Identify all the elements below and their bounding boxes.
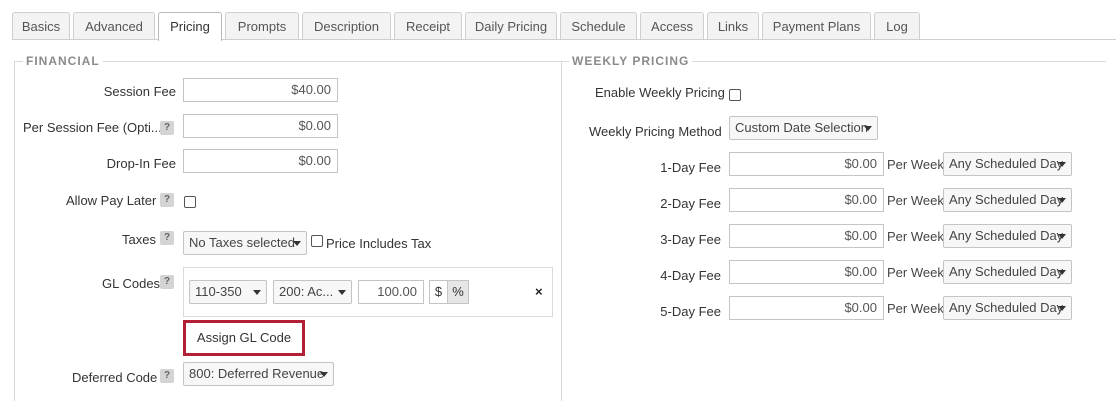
weekly-pricing-method-select[interactable]: Custom Date Selection [729,116,878,140]
price-includes-tax-checkbox[interactable] [311,235,323,247]
session-fee-input[interactable]: $40.00 [183,78,338,102]
per-week-label: Per Week [887,229,944,244]
fee-4-day-label: 4-Day Fee [660,268,721,283]
fee-4-day-day-value: Any Scheduled Day [949,264,1064,279]
per-session-fee-help-icon[interactable]: ? [160,121,174,135]
per-week-label: Per Week [887,193,944,208]
gl-codes-help-icon[interactable]: ? [160,275,174,289]
fee-2-day-label: 2-Day Fee [660,196,721,211]
weekly-pricing-method-label: Weekly Pricing Method [589,124,722,139]
fee-1-day-day-value: Any Scheduled Day [949,156,1064,171]
drop-in-fee-input[interactable]: $0.00 [183,149,338,173]
taxes-select[interactable]: No Taxes selected [183,231,307,255]
fee-5-day-input[interactable]: $0.00 [729,296,884,320]
fee-5-day-day-value: Any Scheduled Day [949,300,1064,315]
per-week-label: Per Week [887,157,944,172]
fee-3-day-day-value: Any Scheduled Day [949,228,1064,243]
tab-schedule[interactable]: Schedule [560,12,637,39]
per-week-label: Per Week [887,301,944,316]
fee-3-day-input[interactable]: $0.00 [729,224,884,248]
chevron-down-icon [1058,162,1066,167]
gl-amount-input[interactable]: 100.00 [358,280,424,304]
deferred-code-label: Deferred Code [72,370,158,385]
tab-description[interactable]: Description [302,12,391,39]
enable-weekly-pricing-label: Enable Weekly Pricing [595,85,725,100]
fee-2-day-input[interactable]: $0.00 [729,188,884,212]
deferred-code-select-value: 800: Deferred Revenue [189,366,325,381]
session-fee-label: Session Fee [103,84,176,99]
fee-2-day-day-value: Any Scheduled Day [949,192,1064,207]
enable-weekly-pricing-checkbox[interactable] [729,89,741,101]
taxes-select-value: No Taxes selected [189,235,295,250]
fee-1-day-day-select[interactable]: Any Scheduled Day [943,152,1072,176]
tab-links[interactable]: Links [707,12,759,39]
gl-percent-toggle[interactable]: % [447,280,469,304]
gl-account-select[interactable]: 200: Ac... [273,280,352,304]
allow-pay-later-checkbox[interactable] [184,196,196,208]
per-session-fee-label: Per Session Fee (Opti... [23,120,162,135]
allow-pay-later-help-icon[interactable]: ? [160,193,174,207]
deferred-code-select[interactable]: 800: Deferred Revenue [183,362,334,386]
per-week-label: Per Week [887,265,944,280]
tab-basics[interactable]: Basics [12,12,70,39]
gl-code-select-value: 110-350 [195,284,242,299]
tab-bar: Basics Advanced Pricing Prompts Descript… [0,0,1116,41]
chevron-down-icon [864,126,872,131]
chevron-down-icon [253,290,261,295]
tab-log[interactable]: Log [874,12,920,39]
chevron-down-icon [1058,198,1066,203]
fee-4-day-input[interactable]: $0.00 [729,260,884,284]
chevron-down-icon [320,372,328,377]
gl-codes-label: GL Codes [102,276,161,291]
tab-pricing[interactable]: Pricing [158,12,222,41]
gl-account-select-value: 200: Ac... [279,284,334,299]
tab-receipt[interactable]: Receipt [394,12,462,39]
gl-code-row: 110-350 200: Ac... 100.00 $ % × [183,267,553,317]
fee-4-day-day-select[interactable]: Any Scheduled Day [943,260,1072,284]
assign-gl-code-button[interactable]: Assign GL Code [183,320,305,356]
deferred-code-help-icon[interactable]: ? [160,369,174,383]
gl-dollar-toggle[interactable]: $ [429,280,448,304]
fee-1-day-label: 1-Day Fee [660,160,721,175]
price-includes-tax-label: Price Includes Tax [326,236,432,251]
tab-prompts[interactable]: Prompts [225,12,299,39]
fee-5-day-label: 5-Day Fee [660,304,721,319]
chevron-down-icon [1058,306,1066,311]
fee-3-day-day-select[interactable]: Any Scheduled Day [943,224,1072,248]
chevron-down-icon [1058,234,1066,239]
weekly-pricing-legend: WEEKLY PRICING [569,54,693,68]
drop-in-fee-label: Drop-In Fee [106,156,176,171]
fee-5-day-day-select[interactable]: Any Scheduled Day [943,296,1072,320]
fee-2-day-day-select[interactable]: Any Scheduled Day [943,188,1072,212]
allow-pay-later-label: Allow Pay Later [66,193,157,208]
tab-daily-pricing[interactable]: Daily Pricing [465,12,557,39]
fee-3-day-label: 3-Day Fee [660,232,721,247]
tab-payment-plans[interactable]: Payment Plans [762,12,871,39]
tab-access[interactable]: Access [640,12,704,39]
gl-code-select[interactable]: 110-350 [189,280,267,304]
financial-legend: FINANCIAL [23,54,103,68]
fee-1-day-input[interactable]: $0.00 [729,152,884,176]
chevron-down-icon [293,241,301,246]
chevron-down-icon [338,290,346,295]
tab-advanced[interactable]: Advanced [73,12,155,39]
per-session-fee-input[interactable]: $0.00 [183,114,338,138]
taxes-label: Taxes [122,232,156,247]
chevron-down-icon [1058,270,1066,275]
taxes-help-icon[interactable]: ? [160,231,174,245]
weekly-pricing-method-value: Custom Date Selection [735,120,868,135]
remove-gl-code-icon[interactable]: × [535,284,543,299]
